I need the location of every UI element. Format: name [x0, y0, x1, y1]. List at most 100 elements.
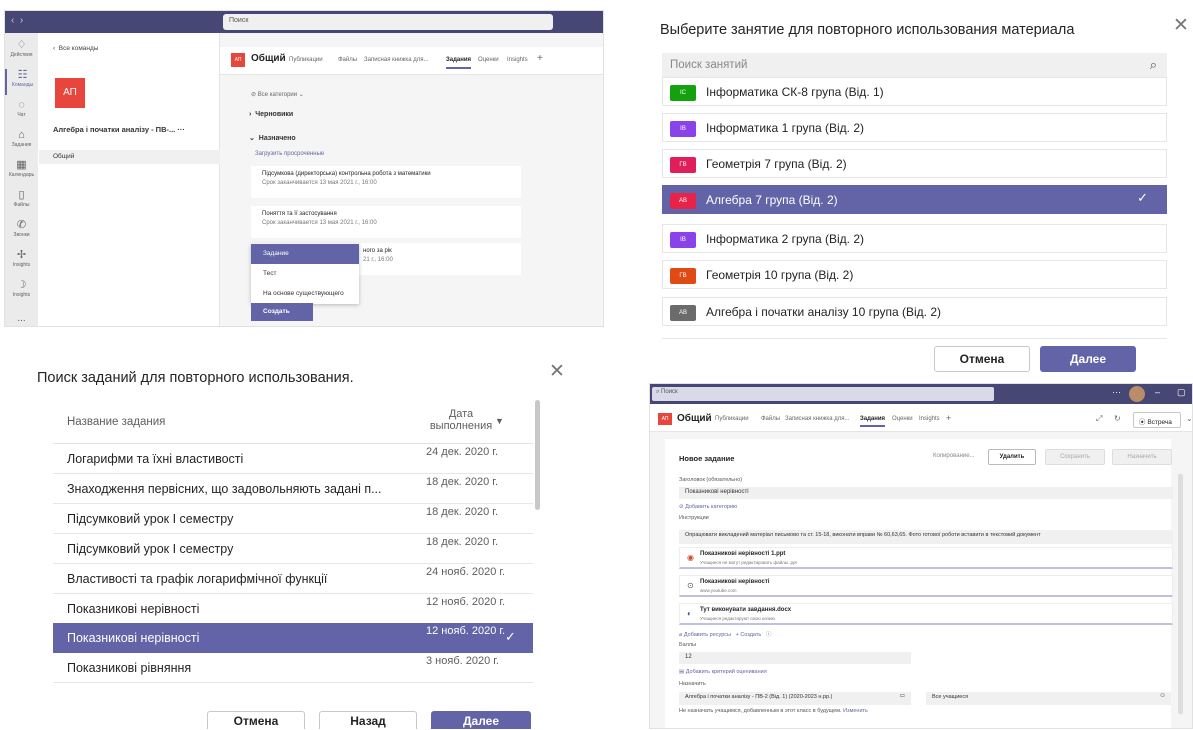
tab-grades[interactable]: Оценки: [478, 57, 499, 63]
back-button[interactable]: Назад: [319, 711, 417, 729]
meet-button[interactable]: ⦿ Встреча: [1133, 412, 1181, 428]
tab-files[interactable]: Файлы: [761, 416, 780, 422]
table-row[interactable]: Підсумковий урок І семестру 18 дек. 2020 …: [53, 504, 533, 534]
resource-item[interactable]: ◉ Показникові нерівності 1.ppt Учащиеся не…: [679, 547, 1173, 569]
class-row[interactable]: ІВ Інформатика 1 група (Від. 2): [662, 113, 1167, 142]
rail-item-activity[interactable]: ♢ Действия: [5, 39, 38, 65]
back-to-teams-link[interactable]: ‹ Все команды: [53, 45, 98, 52]
categories-filter[interactable]: ⊘ Все категории ⌄: [251, 91, 304, 98]
table-row-selected[interactable]: Показникові нерівності 12 нояб. 2020 г. ✓: [53, 623, 533, 653]
rail-item-teams[interactable]: ☷ Команды: [5, 69, 38, 95]
assignment-name: Підсумковий урок І семестру: [67, 542, 234, 556]
table-row[interactable]: Властивості та графік логарифмічної функ…: [53, 564, 533, 594]
close-icon[interactable]: ✕: [549, 360, 565, 383]
next-button[interactable]: Далее: [1040, 346, 1136, 372]
table-row[interactable]: Підсумковий урок І семестру 18 дек. 2020 …: [53, 534, 533, 564]
expand-icon[interactable]: ⤢: [1096, 414, 1102, 424]
tab-posts[interactable]: Публикации: [715, 416, 749, 422]
tab-insights[interactable]: Insights: [919, 416, 940, 422]
rail-item-insights[interactable]: ✢ Insights: [5, 249, 38, 275]
class-name: Інформатика 2 група (Від. 2): [706, 232, 864, 246]
add-tab-icon[interactable]: +: [946, 413, 951, 423]
rail-item-files[interactable]: ▯ Файлы: [5, 189, 38, 215]
menu-item-from-existing[interactable]: На основе существующего: [251, 284, 359, 304]
cancel-button[interactable]: Отмена: [934, 346, 1030, 372]
search-input[interactable]: Поиск: [223, 14, 553, 30]
user-avatar[interactable]: [1129, 386, 1145, 402]
tab-files[interactable]: Файлы: [338, 57, 357, 63]
resource-item[interactable]: ◐ Тут виконувати завдання.docx Учащиеся ре…: [679, 603, 1173, 625]
rail-item-assignments[interactable]: ⌂ Задания: [5, 129, 38, 155]
add-category-link[interactable]: ⊘ Добавить категорию: [679, 504, 737, 510]
add-rubric-link[interactable]: ▤ Добавить критерий оценивания: [679, 669, 767, 675]
close-icon[interactable]: ✕: [1173, 14, 1189, 37]
rail-item-chat[interactable]: ◌ Чат: [5, 99, 38, 125]
paperclip-icon: ⌀: [679, 632, 683, 638]
tab-notebook[interactable]: Записная книжка для...: [785, 416, 849, 422]
assignment-card[interactable]: Підсумкова (директорська) контрольна роб…: [251, 166, 521, 198]
channel-item-general[interactable]: Общий: [39, 150, 220, 164]
table-row[interactable]: Логарифми та їхні властивості 24 дек. 202…: [53, 444, 533, 474]
resource-item[interactable]: ⊙ Показникові нерівності www.youtube.com: [679, 575, 1173, 597]
rail-item-calls[interactable]: ✆ Звонки: [5, 219, 38, 245]
class-row[interactable]: ГВ Геометрія 10 група (Від. 2): [662, 260, 1167, 289]
add-tab-icon[interactable]: +: [537, 53, 543, 64]
next-button[interactable]: Далее: [431, 711, 531, 729]
rail-item-calendar[interactable]: ▦ Календарь: [5, 159, 38, 185]
chevron-down-icon[interactable]: ⌄: [1186, 414, 1192, 423]
class-row[interactable]: ІС Інформатика СК-8 група (Від. 1): [662, 77, 1167, 106]
menu-item-quiz[interactable]: Тест: [251, 264, 359, 284]
class-row[interactable]: ГВ Геометрія 7 група (Від. 2): [662, 149, 1167, 178]
choose-assignment-dialog: Поиск заданий для повторного использован…: [0, 360, 600, 729]
instructions-field[interactable]: Опрацювати викладений матеріал письмово …: [679, 530, 1173, 544]
tab-notebook[interactable]: Записная книжка для...: [364, 57, 428, 63]
search-input[interactable]: ⌕ Поиск: [652, 387, 994, 401]
assign-students-select[interactable]: Все учащиеся ⚇: [926, 692, 1171, 705]
sort-desc-icon[interactable]: ▼: [495, 416, 504, 426]
nav-arrows[interactable]: ‹ ›: [11, 15, 23, 26]
more-apps-button[interactable]: ...: [5, 313, 38, 326]
edit-link[interactable]: Изменить: [843, 708, 868, 714]
assignment-name: Показникові нерівності: [67, 602, 200, 616]
tab-grades[interactable]: Оценки: [892, 416, 913, 422]
add-resources-link[interactable]: ⌀ Добавить ресурсы + Создать ⓘ: [679, 630, 771, 638]
refresh-icon[interactable]: ↻: [1114, 414, 1121, 423]
class-row[interactable]: ІВ Інформатика 2 група (Від. 2): [662, 224, 1167, 253]
class-search-input[interactable]: Поиск занятий ⌕: [662, 53, 1167, 79]
delete-button[interactable]: Удалить: [988, 449, 1036, 465]
points-field[interactable]: 12: [679, 652, 911, 664]
minimize-icon[interactable]: –: [1155, 387, 1160, 397]
cancel-button[interactable]: Отмена: [207, 711, 305, 729]
class-row-selected[interactable]: АВ Алгебра 7 група (Від. 2) ✓: [662, 185, 1167, 214]
assignment-card[interactable]: Поняття та її застосування Срок заканчива…: [251, 206, 521, 238]
more-icon[interactable]: ···: [1112, 387, 1121, 397]
rail-item-insights-2[interactable]: ☽ Insights: [5, 279, 38, 305]
team-more-icon[interactable]: ···: [177, 125, 185, 134]
tab-assignments[interactable]: Задания: [860, 416, 886, 427]
view-overdue-link[interactable]: Загрузить просроченные: [255, 151, 324, 157]
scrollbar[interactable]: [535, 400, 540, 510]
save-button[interactable]: Сохранить: [1045, 449, 1105, 465]
add-category-label: Добавить категорию: [685, 504, 738, 510]
assigned-section[interactable]: ⌄ Назначено: [249, 134, 296, 142]
class-row[interactable]: АВ Алгебра і початки аналізу 10 група (Ві…: [662, 297, 1167, 326]
table-row[interactable]: Знаходження первісних, що задовольняють …: [53, 474, 533, 504]
maximize-icon[interactable]: ▢: [1177, 387, 1186, 398]
tab-insights[interactable]: Insights: [507, 57, 528, 63]
menu-item-assignment[interactable]: Задание: [251, 244, 359, 264]
tab-assignments[interactable]: Задания: [446, 57, 472, 69]
due-date: 18 дек. 2020 г.: [426, 476, 499, 488]
insights-icon: ✢: [16, 249, 27, 261]
table-row[interactable]: Показникові нерівності 12 нояб. 2020 г.: [53, 594, 533, 624]
team-tile: АП: [55, 78, 85, 108]
column-date[interactable]: Дата выполнения: [426, 408, 496, 432]
column-name[interactable]: Название задания: [67, 416, 165, 428]
scrollbar[interactable]: [1178, 474, 1183, 714]
tab-posts[interactable]: Публикации: [289, 57, 323, 63]
assign-button[interactable]: Назначить: [1112, 449, 1172, 465]
title-field[interactable]: Показникові нерівності: [679, 487, 1173, 499]
table-row[interactable]: Показникові рівняння 3 нояб. 2020 г.: [53, 653, 533, 683]
drafts-section[interactable]: › Черновики: [249, 111, 293, 118]
create-button[interactable]: Создать: [251, 303, 313, 321]
assign-class-select[interactable]: Алгебра і початки аналізу - ПВ-2 (Від. 1…: [679, 692, 911, 705]
